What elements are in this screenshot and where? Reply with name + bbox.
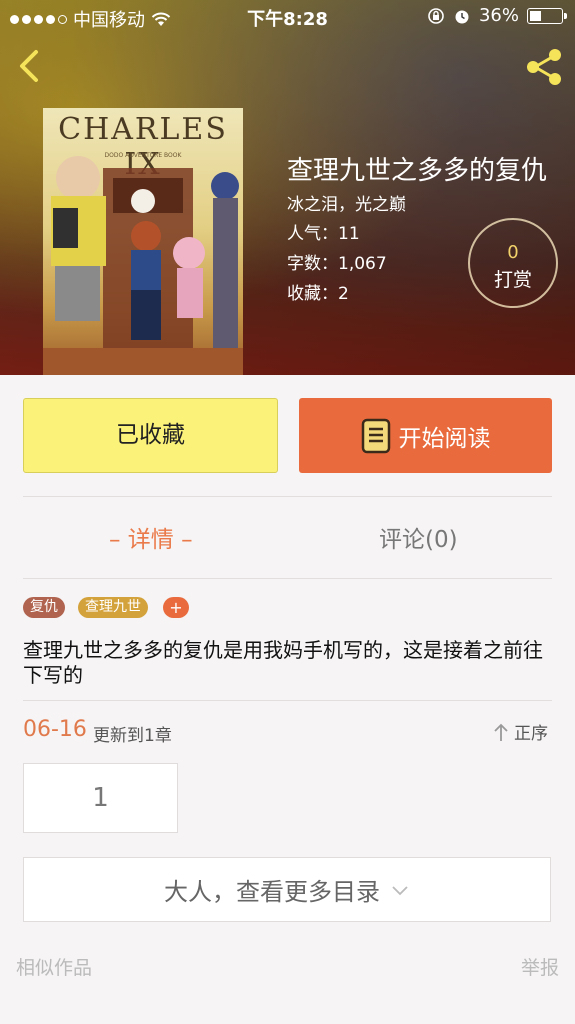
tab-detail[interactable]: – 详情 – [109, 520, 193, 554]
tip-button[interactable]: 0 打赏 [468, 218, 558, 308]
report-button[interactable]: 举报 [521, 953, 559, 980]
back-button[interactable] [12, 46, 48, 86]
share-button[interactable] [523, 46, 565, 88]
book-favorites: 收藏：2 [287, 284, 349, 304]
chevron-down-icon [392, 885, 408, 895]
chapter-item[interactable]: 1 [23, 763, 178, 833]
tag-charles-ix[interactable]: 查理九世 [78, 597, 148, 618]
more-catalog-label: 大人，查看更多目录 [164, 878, 380, 906]
status-bar: 中国移动 下午8:28 36% [0, 0, 575, 34]
tip-count: 0 [507, 242, 519, 263]
add-tag-button[interactable]: + [163, 597, 189, 618]
sort-up-icon [494, 723, 508, 741]
book-icon [361, 418, 390, 453]
start-reading-label: 开始阅读 [398, 425, 491, 452]
tag-revenge[interactable]: 复仇 [23, 597, 65, 618]
lock-rotation-icon [428, 7, 444, 24]
book-word-count: 字数：1,067 [287, 254, 387, 274]
sort-button[interactable]: 正序 [492, 719, 548, 744]
update-status: 更新到1章 [93, 726, 172, 746]
update-date: 06-16 [23, 717, 87, 742]
divider [23, 496, 552, 497]
book-cover[interactable]: CHARLES IX DODO ADVENTURE BOOK [43, 108, 243, 375]
alarm-icon [455, 10, 469, 23]
back-icon [20, 50, 38, 82]
status-right: 36% [427, 5, 567, 26]
battery-icon [527, 7, 567, 24]
divider [23, 578, 552, 579]
book-detail-page: 中国移动 下午8:28 36% CHARLES IX DODO ADVENTUR… [0, 0, 575, 1024]
battery-percent: 36% [478, 5, 519, 26]
book-title: 查理九世之多多的复仇 [287, 156, 548, 186]
sort-label: 正序 [514, 724, 548, 744]
cover-illustration [43, 156, 243, 375]
tab-comment[interactable]: 评论(0) [379, 520, 458, 554]
book-header: 中国移动 下午8:28 36% CHARLES IX DODO ADVENTUR… [0, 0, 575, 375]
start-reading-button[interactable]: 开始阅读 [299, 398, 552, 473]
divider [23, 700, 552, 701]
tip-label: 打赏 [493, 269, 532, 291]
more-catalog-button[interactable]: 大人，查看更多目录 [23, 857, 551, 922]
book-author[interactable]: 冰之泪，光之巅 [287, 190, 406, 215]
share-icon [527, 49, 561, 85]
similar-works-heading: 相似作品 [16, 957, 93, 979]
book-popularity: 人气：11 [287, 224, 360, 244]
book-description: 查理九世之多多的复仇是用我妈手机写的，这是接着之前往下写的 [23, 638, 543, 687]
collected-button[interactable]: 已收藏 [23, 398, 278, 473]
